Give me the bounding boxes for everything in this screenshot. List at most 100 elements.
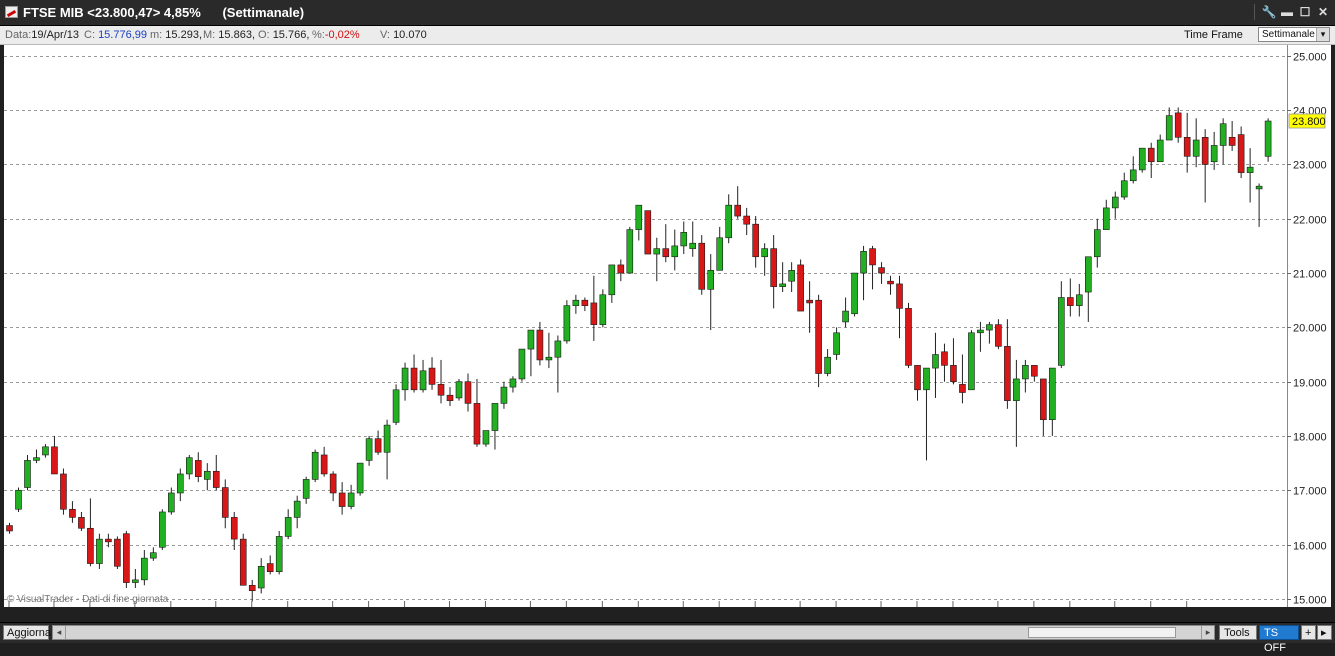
candle-body: [78, 517, 85, 529]
candle-body: [491, 403, 499, 431]
y-tick-label: 18.000: [1293, 432, 1327, 444]
candle-body: [284, 517, 292, 537]
candle-body: [428, 367, 436, 385]
candle-body: [590, 302, 598, 325]
maximize-button[interactable]: ☐: [1297, 4, 1313, 20]
candle-body: [671, 245, 679, 258]
candle-body: [105, 538, 112, 543]
y-tick-label: 21.000: [1293, 269, 1327, 281]
candle-body: [374, 438, 382, 453]
candle-body: [123, 533, 130, 583]
candle-body: [617, 264, 625, 274]
candle-body: [455, 381, 463, 399]
window-title: FTSE MIB <23.800,47> 4,85%: [23, 5, 201, 20]
candle-body: [725, 204, 733, 239]
y-tick-label: 25.000: [1293, 52, 1327, 64]
candle-body: [941, 351, 948, 366]
candle-body: [806, 299, 813, 304]
volume-readout: V: 10.070: [380, 29, 427, 41]
ts-toggle-button[interactable]: TS OFF: [1259, 625, 1299, 654]
candle-body: [878, 267, 885, 274]
candle-body: [887, 280, 894, 285]
chart-scrollbar[interactable]: ◂ ▸: [52, 625, 1215, 640]
candle-body: [293, 500, 301, 518]
candle-body: [356, 462, 364, 494]
scroll-end-button[interactable]: ▸: [1317, 625, 1332, 640]
close-button[interactable]: ✕: [1315, 4, 1331, 20]
candle-body: [203, 470, 211, 480]
watermark: © VisualTrader - Dati di fine giornata: [7, 594, 169, 605]
candle-body: [1058, 297, 1065, 366]
candle-body: [536, 329, 544, 361]
window-titlebar: FTSE MIB <23.800,47> 4,85% (Settimanale)…: [0, 0, 1335, 26]
candle-body: [15, 489, 22, 510]
candle-body: [977, 329, 984, 334]
candle-body: [33, 457, 40, 461]
candle-body: [518, 348, 526, 380]
candle-body: [186, 457, 193, 475]
candle-body: [500, 386, 508, 404]
candle-body: [860, 251, 867, 274]
chart-area[interactable]: 15.000 16.000 17.000 18.000 19.000 20.000 21.0…: [4, 45, 1331, 607]
candle-body: [761, 248, 768, 258]
timeframe-select[interactable]: Settimanale ▾: [1258, 27, 1330, 42]
candle-body: [950, 365, 957, 382]
candle-body: [959, 384, 966, 393]
candle-body: [1219, 123, 1227, 146]
candle-body: [1031, 365, 1038, 377]
timeframe-value: Settimanale: [1262, 29, 1315, 40]
y-tick-label: 20.000: [1293, 323, 1327, 335]
date-readout: Data:19/Apr/13: [5, 29, 79, 41]
candle-body: [1093, 229, 1101, 258]
candle-body: [1013, 378, 1020, 401]
candle-body: [770, 248, 777, 287]
candle-body: [150, 552, 157, 559]
candle-body: [869, 248, 876, 266]
candle-body: [905, 308, 912, 366]
candle-body: [392, 389, 400, 423]
candle-body: [842, 310, 849, 323]
candle-body: [1147, 147, 1155, 163]
candle-body: [1138, 147, 1146, 171]
candle-body: [42, 446, 49, 456]
candle-body: [60, 473, 67, 510]
candle-body: [851, 272, 858, 315]
candle-body: [1111, 196, 1119, 209]
candle-body: [1040, 378, 1047, 420]
y-tick-label: 16.000: [1293, 541, 1327, 553]
candle-body: [1183, 137, 1191, 157]
tools-button[interactable]: Tools: [1219, 625, 1257, 640]
candle-body: [680, 232, 688, 247]
candle-body: [132, 579, 139, 583]
minimize-button[interactable]: ▬: [1279, 4, 1295, 20]
candle-body: [1174, 112, 1182, 138]
candle-body: [168, 492, 175, 513]
candle-body: [212, 470, 220, 488]
refresh-button[interactable]: Aggiorna: [3, 625, 51, 640]
scrollbar-thumb[interactable]: [1028, 627, 1176, 638]
candle-body: [1156, 139, 1164, 163]
zoom-in-button[interactable]: +: [1301, 625, 1316, 640]
candle-body: [419, 370, 427, 391]
scroll-left-icon[interactable]: ◂: [53, 626, 66, 639]
candle-body: [410, 367, 418, 391]
ohlc-info-bar: Data:19/Apr/13 C: 15.776,99 m: 15.293, M…: [0, 26, 1335, 45]
scroll-right-icon[interactable]: ▸: [1201, 626, 1214, 639]
candle-body: [96, 538, 103, 564]
candle-body: [257, 565, 265, 589]
candle-body: [563, 305, 571, 342]
candle-body: [599, 294, 607, 325]
candle-body: [473, 403, 481, 445]
candle-body: [509, 378, 517, 388]
candle-body: [527, 329, 535, 350]
window-controls: 🔧 ▬ ☐ ✕: [1261, 4, 1331, 20]
candle-body: [662, 248, 670, 258]
candle-body: [69, 508, 76, 518]
candle-body: [114, 538, 121, 567]
dropdown-arrow-icon[interactable]: ▾: [1316, 28, 1329, 41]
wrench-icon[interactable]: 🔧: [1261, 4, 1277, 20]
candle-body: [644, 210, 652, 255]
candlestick-chart[interactable]: 15.000 16.000 17.000 18.000 19.000 20.000 21.0…: [4, 45, 1331, 607]
candle-body: [1264, 120, 1272, 157]
candle-body: [932, 354, 939, 369]
